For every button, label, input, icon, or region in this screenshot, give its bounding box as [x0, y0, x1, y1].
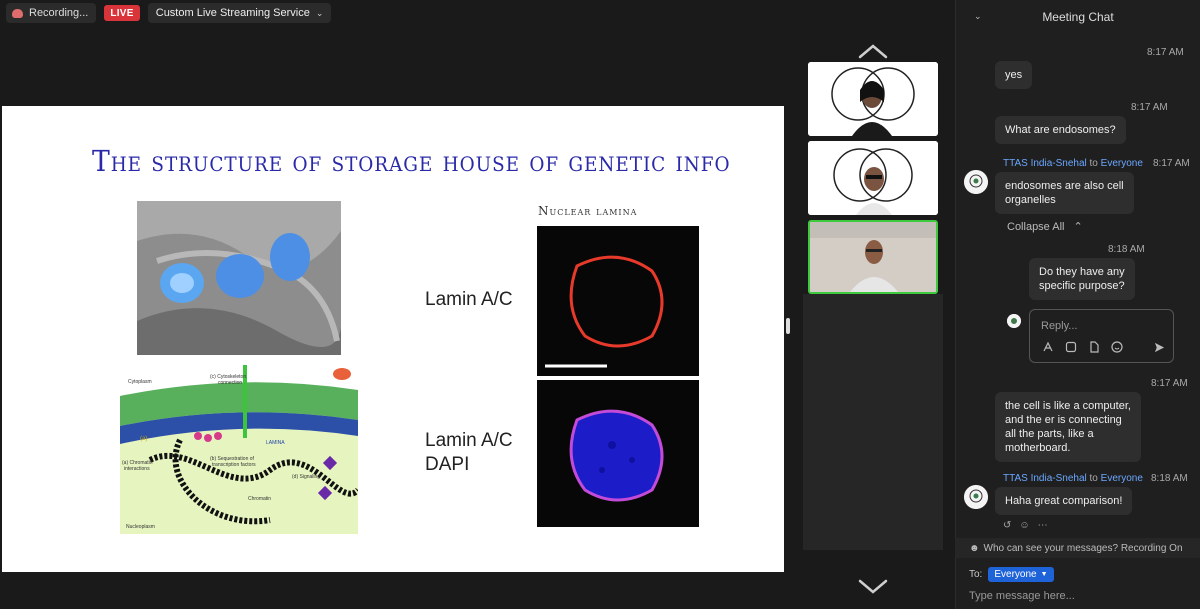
recipient-value: Everyone: [994, 569, 1037, 580]
send-icon[interactable]: [1154, 342, 1165, 353]
message-timestamp: 8:17 AM: [1153, 158, 1190, 169]
slide-title: The structure of storage house of geneti…: [92, 144, 731, 178]
streaming-service-dropdown[interactable]: Custom Live Streaming Service ⌄: [147, 3, 332, 23]
more-options-icon[interactable]: ⋯: [1038, 520, 1048, 531]
message-line: Do they have any: [1039, 266, 1125, 278]
recipient-row: To: Everyone ▼: [969, 567, 1054, 582]
message-line: organelles: [1005, 194, 1056, 206]
to-word: to: [1089, 158, 1098, 169]
to-word: to: [1089, 473, 1098, 484]
diagram-label-interactions: interactions: [124, 466, 150, 472]
lamin-dapi-nucleus-image: [537, 380, 699, 527]
chat-message[interactable]: endosomes are also cell organelles: [995, 172, 1134, 214]
visibility-text: Who can see your messages? Recording On: [983, 542, 1183, 554]
meeting-chat-panel: ⌄ Meeting Chat: [955, 0, 1200, 609]
diagram-label-transcription-factors: transcription factors: [212, 462, 256, 468]
sender-avatar: [964, 485, 988, 509]
message-visibility-notice[interactable]: ☻ Who can see your messages? Recording O…: [955, 538, 1200, 558]
collapse-all-label: Collapse All: [1007, 221, 1065, 233]
microscopy-image: [137, 201, 341, 355]
message-actions: ↺ ☺ ⋯: [1003, 520, 1048, 531]
message-timestamp: 8:17 AM: [1147, 47, 1184, 58]
recipient-name: Everyone: [1100, 473, 1143, 484]
dapi-label: DAPI: [425, 454, 470, 475]
message-line: all the parts, like a: [1005, 428, 1094, 440]
chat-message[interactable]: What are endosomes?: [995, 116, 1126, 144]
diagram-label-connection: connection: [218, 380, 242, 386]
message-timestamp: 8:18 AM: [1151, 473, 1188, 484]
diagram-label-lamina: LAMINA: [266, 440, 285, 446]
chat-message[interactable]: yes: [995, 61, 1033, 89]
empty-participant-area: [803, 294, 943, 550]
reply-thread-icon[interactable]: ↺: [1003, 520, 1011, 531]
chat-title: Meeting Chat: [1042, 10, 1114, 24]
diagram-label-cytoplasm: Cytoplasm: [128, 379, 152, 385]
message-line: and the er is connecting: [1005, 414, 1122, 426]
thread-reply-box[interactable]: Reply...: [1029, 309, 1174, 363]
nuclear-lamina-diagram: Cytoplasm (c) Cytoskeleton connection LA…: [120, 360, 358, 534]
cloud-recording-icon: [12, 8, 23, 18]
lamin-ac-label-2: Lamin A/C: [425, 430, 513, 451]
streaming-service-label: Custom Live Streaming Service: [155, 7, 310, 19]
scroll-up-icon[interactable]: [858, 42, 888, 60]
message-sender-line: TTAS India-Snehal to Everyone: [1003, 473, 1143, 484]
chat-message[interactable]: Haha great comparison!: [995, 487, 1133, 515]
format-icon[interactable]: [1042, 341, 1054, 353]
presentation-slide: The structure of storage house of geneti…: [2, 106, 784, 572]
live-badge: LIVE: [104, 5, 140, 21]
message-timestamp: 8:18 AM: [1108, 244, 1145, 255]
diagram-label-a: (a): [140, 436, 147, 442]
message-line: specific purpose?: [1039, 280, 1125, 292]
my-avatar: [1007, 314, 1021, 328]
add-reaction-icon[interactable]: ☺: [1019, 520, 1029, 531]
zoom-meeting-window: Recording... LIVE Custom Live Streaming …: [0, 0, 1200, 609]
recording-indicator[interactable]: Recording...: [6, 3, 97, 23]
message-line: motherboard.: [1005, 442, 1071, 454]
message-timestamp: 8:17 AM: [1131, 102, 1168, 113]
chat-message[interactable]: Do they have any specific purpose?: [1029, 258, 1135, 300]
diagram-label-chromatin: Chromatin: [248, 496, 271, 502]
sender-name[interactable]: TTAS India-Snehal: [1003, 473, 1087, 484]
collapse-all-button[interactable]: Collapse All ⌃: [1007, 220, 1083, 233]
scroll-down-icon[interactable]: [858, 578, 888, 596]
chat-message[interactable]: the cell is like a computer, and the er …: [995, 392, 1141, 462]
caret-down-icon: ▼: [1040, 571, 1048, 578]
recipient-dropdown[interactable]: Everyone ▼: [988, 567, 1054, 582]
message-timestamp: 8:17 AM: [1151, 378, 1188, 389]
emoji-icon[interactable]: [1111, 341, 1123, 353]
message-sender-line: TTAS India-Snehal to Everyone: [1003, 158, 1143, 169]
diagram-label-nucleoplasm: Nucleoplasm: [126, 524, 155, 530]
nuclear-lamina-caption: Nuclear lamina: [538, 204, 638, 218]
chat-message-input[interactable]: Type message here...: [969, 590, 1075, 602]
lamin-ac-dapi-label: Lamin A/C DAPI: [425, 429, 513, 477]
person-icon: ☻: [969, 542, 980, 554]
participant-video-tile[interactable]: [808, 62, 938, 136]
sender-name[interactable]: TTAS India-Snehal: [1003, 158, 1087, 169]
lamin-ac-label: Lamin A/C: [425, 289, 513, 310]
screenshot-icon[interactable]: [1065, 341, 1077, 353]
reply-input[interactable]: Reply...: [1041, 320, 1077, 332]
participant-video-tile[interactable]: [808, 141, 938, 215]
file-icon[interactable]: [1088, 341, 1100, 353]
recording-label: Recording...: [29, 7, 89, 19]
chevron-up-icon: ⌃: [1073, 221, 1083, 233]
collapse-chat-icon[interactable]: ⌄: [974, 11, 982, 22]
sender-avatar: [964, 170, 988, 194]
reply-toolbar: [1042, 341, 1123, 353]
diagram-label-signaling: (d) Signaling: [292, 474, 320, 480]
meeting-top-bar: Recording... LIVE Custom Live Streaming …: [0, 0, 955, 26]
recipient-name: Everyone: [1100, 158, 1143, 169]
chat-header: ⌄ Meeting Chat: [956, 0, 1200, 34]
message-line: endosomes are also cell: [1005, 180, 1124, 192]
lamin-nucleus-image: [537, 226, 699, 376]
chevron-down-icon: ⌄: [315, 7, 324, 18]
message-line: the cell is like a computer,: [1005, 400, 1131, 412]
active-speaker-video-tile[interactable]: [808, 220, 938, 294]
to-label: To:: [969, 569, 983, 580]
splitter-handle[interactable]: [786, 318, 790, 334]
